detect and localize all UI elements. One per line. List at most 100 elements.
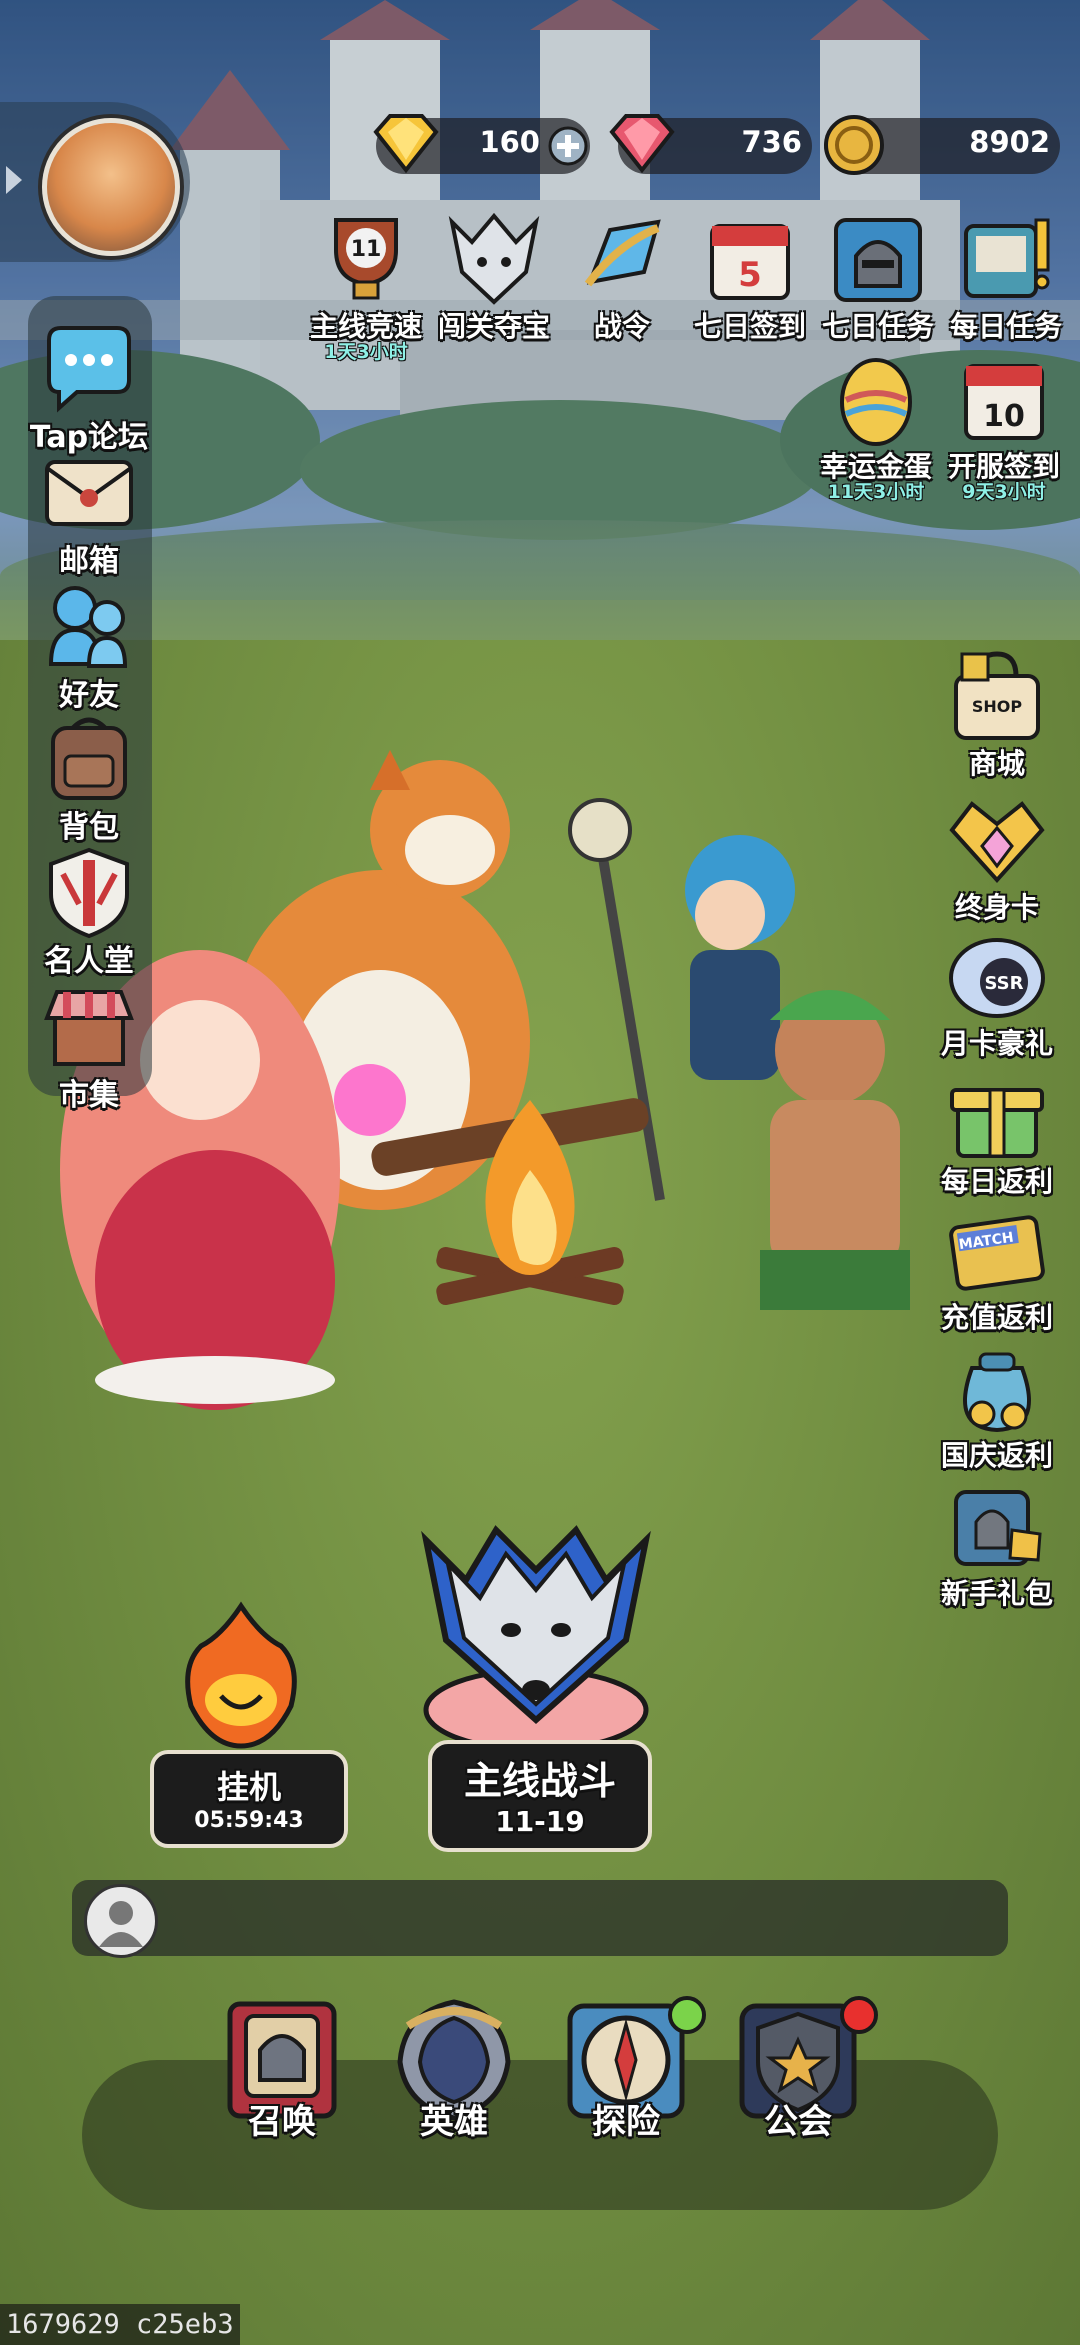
chat-avatar-icon[interactable]: [84, 1884, 158, 1958]
calendar-icon: 10: [964, 364, 1044, 440]
event-label: 每日任务: [949, 310, 1062, 343]
chat-bubble-icon: [47, 326, 131, 413]
calendar-day: 5: [738, 255, 762, 295]
right-menu-label: 国庆返利: [940, 1439, 1053, 1472]
coin-count: 8902: [969, 125, 1050, 159]
right-menu-recharge-rebate[interactable]: MATCH 充值返利: [932, 1200, 1062, 1336]
friends-icon: [48, 586, 128, 668]
right-menu-starter-pack[interactable]: 新手礼包: [932, 1476, 1062, 1612]
wolf-mask-icon: [448, 212, 540, 305]
idle-afk-button[interactable]: 挂机 05:59:43: [150, 1750, 348, 1848]
left-menu-label: 邮箱: [59, 544, 119, 579]
event-timer: 1天3小时: [324, 341, 408, 363]
add-gem-icon[interactable]: [548, 126, 588, 166]
left-menu-mail[interactable]: 邮箱: [14, 444, 164, 580]
right-menu-monthly-card[interactable]: SSR 月卡豪礼: [932, 926, 1062, 1062]
event-label: 闯关夺宝: [437, 310, 550, 343]
idle-label: 挂机: [216, 1768, 281, 1806]
event-timer: 9天3小时: [962, 481, 1046, 503]
idle-timer: 05:59:43: [194, 1808, 304, 1833]
event-label: 七日签到: [693, 310, 806, 343]
task-book-icon: [964, 218, 1050, 298]
left-menu-label: 背包: [59, 810, 119, 845]
right-menu-label: 充值返利: [940, 1301, 1053, 1334]
event-lucky-egg[interactable]: 幸运金蛋 11天3小时: [816, 352, 936, 502]
coin-bag-icon: [963, 1352, 1031, 1433]
battle-pass-icon: [584, 219, 661, 287]
right-menu-label: 新手礼包: [940, 1577, 1053, 1610]
nav-summon[interactable]: 召唤: [212, 1996, 352, 2143]
main-battle-wolf-emblem[interactable]: [396, 1520, 676, 1750]
person-silhouette-icon: [99, 1901, 143, 1947]
event-label: 主线竞速: [309, 310, 422, 343]
guild-notification-dot: [840, 1996, 878, 2034]
ssr-tag: SSR: [985, 973, 1024, 994]
left-menu-label: 市集: [59, 1078, 119, 1113]
event-label: 开服签到: [947, 450, 1060, 483]
main-battle-stage: 11-19: [495, 1805, 585, 1838]
pink-gem-icon: [609, 114, 675, 174]
event-seven-day-signin[interactable]: 5 七日签到: [690, 212, 810, 342]
event-seven-day-task[interactable]: 七日任务: [818, 212, 938, 342]
event-main-race[interactable]: 11 主线竞速 1天3小时: [306, 212, 426, 362]
nav-label: 英雄: [420, 2102, 488, 2142]
right-menu-label: 每日返利: [940, 1165, 1053, 1198]
nav-label: 探险: [592, 2102, 660, 2142]
right-menu-label: 终身卡: [954, 891, 1039, 924]
nav-heroes[interactable]: 英雄: [384, 1996, 524, 2143]
starter-pack-icon: [954, 1490, 1042, 1566]
hero-campfire-scene: [60, 750, 910, 1410]
race-rank-badge: 11: [351, 237, 382, 262]
match-ticket-icon: MATCH: [949, 1215, 1045, 1291]
left-menu-forum[interactable]: Tap论坛: [14, 320, 164, 456]
market-stall-icon: [44, 990, 134, 1066]
event-stage-treasure[interactable]: 闯关夺宝: [434, 212, 554, 342]
calendar-day: 10: [983, 399, 1025, 434]
shop-tag: SHOP: [972, 697, 1023, 716]
left-menu-label: 好友: [59, 678, 119, 713]
right-menu-national-day-rebate[interactable]: 国庆返利: [932, 1338, 1062, 1474]
event-label: 幸运金蛋: [819, 450, 932, 483]
event-battle-pass[interactable]: 战令: [562, 212, 682, 342]
event-timer: 11天3小时: [827, 481, 925, 503]
right-menu-label: 商城: [968, 747, 1025, 780]
event-label: 七日任务: [821, 310, 934, 343]
event-daily-task[interactable]: 每日任务: [946, 212, 1066, 342]
ssr-cloud-icon: SSR: [949, 938, 1045, 1018]
pink-gem-count: 736: [741, 125, 802, 159]
calendar-icon: 5: [710, 224, 790, 300]
shield-badge-icon: [49, 847, 129, 939]
backpack-icon: [51, 717, 127, 800]
event-server-signin[interactable]: 10 开服签到 9天3小时: [944, 352, 1064, 502]
nav-label: 召唤: [248, 2102, 316, 2142]
trophy-icon: 11: [334, 218, 398, 300]
coin-icon: [824, 115, 884, 175]
right-menu-label: 月卡豪礼: [940, 1027, 1053, 1060]
left-menu-market[interactable]: 市集: [14, 978, 164, 1114]
main-battle-label: 主线战斗: [463, 1759, 616, 1803]
gold-gem-icon: [373, 114, 439, 174]
golden-egg-icon: [840, 358, 912, 446]
gold-gem-count: 160: [479, 125, 540, 159]
shop-bag-icon: SHOP: [954, 651, 1040, 740]
mail-envelope-icon: [45, 460, 133, 526]
expand-arrow-icon[interactable]: [6, 166, 22, 194]
fire-spirit-icon: [185, 1601, 297, 1749]
main-battle-button[interactable]: 主线战斗 11-19: [428, 1740, 652, 1852]
left-menu-hall-of-fame[interactable]: 名人堂: [14, 844, 164, 980]
build-info: 1679629 c25eb3: [0, 2304, 240, 2345]
right-menu-shop[interactable]: SHOP 商城: [932, 646, 1062, 782]
left-menu-label: 名人堂: [44, 944, 134, 979]
crown-icon: [949, 801, 1045, 883]
left-menu-backpack[interactable]: 背包: [14, 710, 164, 846]
player-avatar[interactable]: [42, 118, 180, 256]
helmet-icon: [834, 218, 922, 302]
left-menu-friends[interactable]: 好友: [14, 578, 164, 714]
explore-notification-dot: [668, 1996, 706, 2034]
event-label: 战令: [593, 310, 650, 343]
right-menu-lifetime-card[interactable]: 终身卡: [932, 790, 1062, 926]
right-menu-daily-rebate[interactable]: 每日返利: [932, 1064, 1062, 1200]
gift-box-icon: [950, 1088, 1044, 1158]
chat-bar[interactable]: [72, 1880, 1008, 1956]
nav-label: 公会: [764, 2102, 832, 2142]
